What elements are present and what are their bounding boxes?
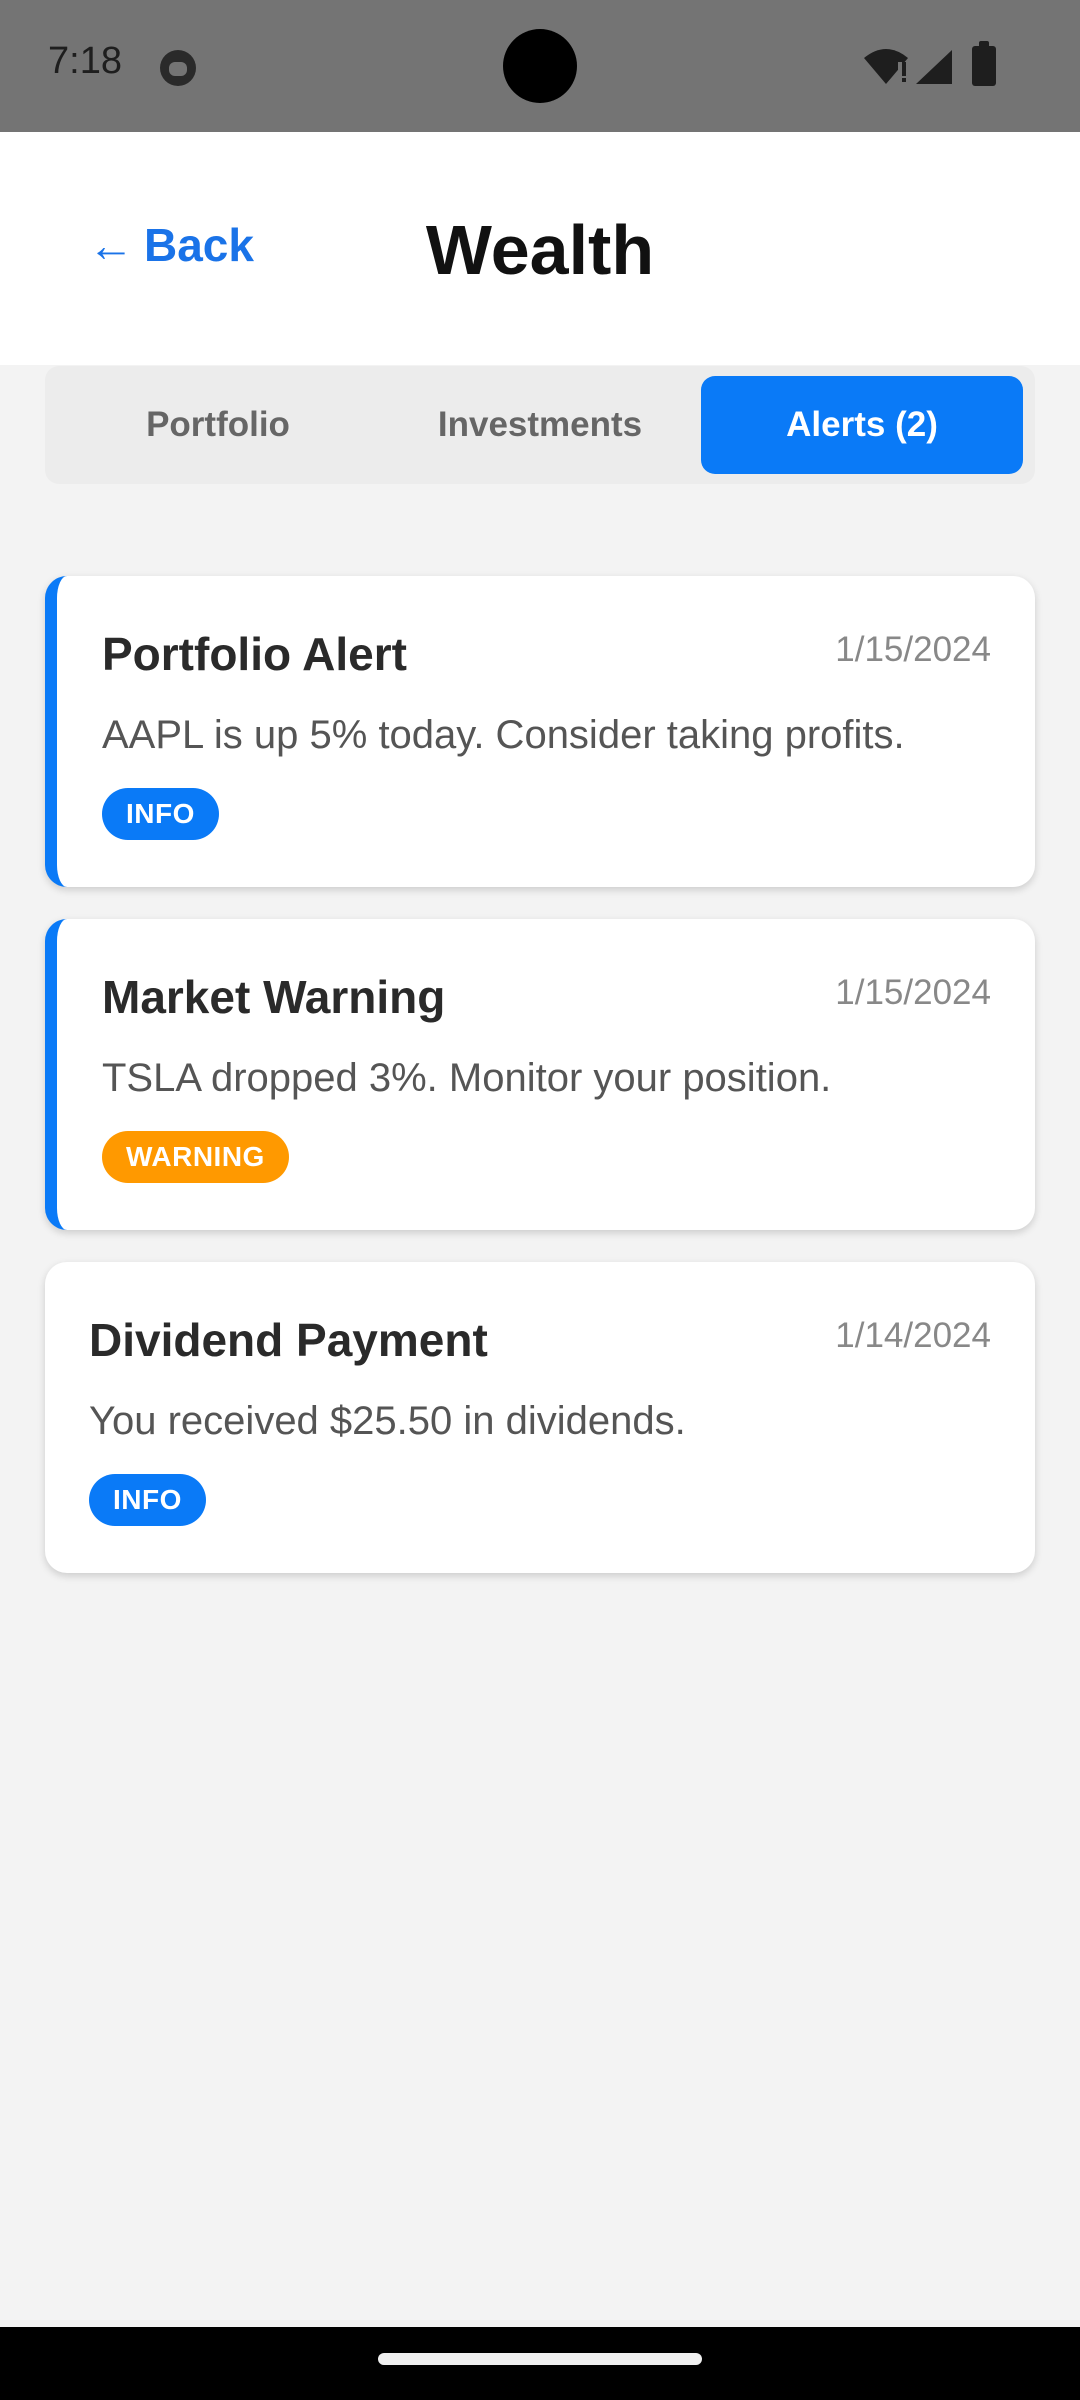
app-notification-icon	[160, 50, 196, 86]
signal-icon	[916, 50, 952, 84]
alert-date: 1/14/2024	[835, 1316, 991, 1355]
battery-icon	[972, 41, 996, 86]
page-title: Wealth	[425, 211, 655, 289]
alert-message: You received $25.50 in dividends.	[89, 1399, 686, 1443]
tab-investments[interactable]: Investments	[379, 376, 701, 474]
alert-type-badge: INFO	[89, 1474, 206, 1526]
wifi-icon	[864, 49, 908, 84]
alert-message: AAPL is up 5% today. Consider taking pro…	[102, 713, 905, 757]
alert-date: 1/15/2024	[835, 630, 991, 669]
alert-card[interactable]: Dividend Payment 1/14/2024 You received …	[45, 1262, 1035, 1573]
alert-type-badge: INFO	[102, 788, 219, 840]
alert-card[interactable]: Portfolio Alert 1/15/2024 AAPL is up 5% …	[45, 576, 1035, 887]
tab-alerts[interactable]: Alerts (2)	[701, 376, 1023, 474]
status-time: 7:18	[48, 40, 122, 82]
tab-portfolio[interactable]: Portfolio	[57, 376, 379, 474]
tab-bar: Portfolio Investments Alerts (2)	[45, 366, 1035, 484]
home-indicator[interactable]	[378, 2353, 702, 2365]
alert-card[interactable]: Market Warning 1/15/2024 TSLA dropped 3%…	[45, 919, 1035, 1230]
alerts-list: Portfolio Alert 1/15/2024 AAPL is up 5% …	[45, 576, 1035, 1605]
app-header: ← Back Wealth	[0, 132, 1080, 365]
status-bar: 7:18	[0, 0, 1080, 132]
camera-cutout	[503, 29, 577, 103]
alert-date: 1/15/2024	[835, 973, 991, 1012]
system-navigation-bar	[0, 2327, 1080, 2400]
alert-message: TSLA dropped 3%. Monitor your position.	[102, 1056, 832, 1100]
alert-type-badge: WARNING	[102, 1131, 289, 1183]
